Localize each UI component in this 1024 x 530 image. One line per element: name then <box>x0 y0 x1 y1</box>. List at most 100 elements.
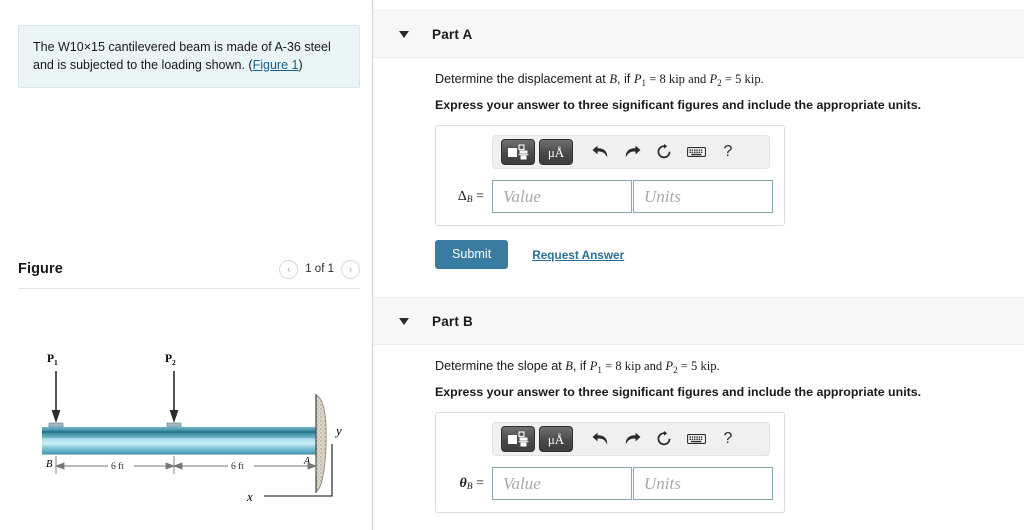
part-a-instruction: Express your answer to three significant… <box>435 98 922 112</box>
reset-icon[interactable] <box>650 139 678 165</box>
reset-icon[interactable] <box>650 426 678 452</box>
dimension-label-right: 6 ft <box>231 461 244 472</box>
chevron-down-icon[interactable] <box>399 317 409 325</box>
units-icon[interactable]: μÅ <box>539 426 573 452</box>
units-icon-label: μÅ <box>547 144 565 160</box>
part-b-question-mid: , if <box>572 359 590 373</box>
part-b-answer-symbol: θB = <box>446 475 492 493</box>
part-b-p2-symbol: P <box>665 359 674 373</box>
figure-page-count: 1 of 1 <box>305 263 334 275</box>
figure-divider <box>18 288 360 289</box>
help-icon[interactable]: ? <box>714 426 742 452</box>
part-b-symbol-sub: B <box>466 482 473 493</box>
part-a-units-input[interactable] <box>633 180 773 213</box>
part-a-p2-value: = 5 kip. <box>721 72 764 86</box>
part-b-label: Part B <box>432 313 473 329</box>
part-b-header[interactable]: Part B <box>373 297 1024 345</box>
load-label-p2: P2 <box>165 353 176 367</box>
problem-text-after-link: ) <box>298 58 303 73</box>
part-a-header[interactable]: Part A <box>373 10 1024 58</box>
problem-statement-text: The W10×15 cantilevered beam is made of … <box>33 38 345 74</box>
load-arrow-p2 <box>166 371 182 428</box>
part-a-submit-button[interactable]: Submit <box>435 240 509 269</box>
part-a-question: Determine the displacement at B, if P1 =… <box>373 72 1024 88</box>
part-a-body: Determine the displacement at B, if P1 =… <box>373 72 1024 269</box>
figure-prev-button[interactable]: ‹ <box>279 259 299 279</box>
part-a-question-prefix: Determine the displacement at <box>435 72 610 86</box>
part-b-p1-sub: 1 <box>597 364 602 375</box>
redo-icon[interactable] <box>618 426 646 452</box>
part-a-symbol-equals: = <box>472 188 484 204</box>
part-a-answer-symbol: ΔB = <box>446 188 492 206</box>
problem-statement-box: The W10×15 cantilevered beam is made of … <box>18 25 360 89</box>
reset-glyph <box>657 144 671 159</box>
undo-glyph <box>592 145 607 158</box>
part-a-request-answer-link[interactable]: Request Answer <box>532 248 624 262</box>
part-b-answer-box: μÅ ? θB = Value Units <box>435 412 785 513</box>
beam-point-label-b: B <box>46 459 53 470</box>
part-a-symbol-sub: B <box>466 195 473 206</box>
part-b-question: Determine the slope at B, if P 1 = 8 kip … <box>373 359 1024 375</box>
undo-icon[interactable] <box>586 426 614 452</box>
part-b-p2-sub: 2 <box>673 364 678 375</box>
part-a-p1-sub: 1 <box>641 77 647 88</box>
math-template-glyph <box>508 430 529 446</box>
undo-glyph <box>592 432 607 445</box>
part-a-p2-sub: 2 <box>717 77 722 88</box>
units-icon-label: μÅ <box>547 431 565 447</box>
part-b-answer-row: θB = <box>446 467 774 500</box>
math-template-glyph <box>508 143 529 159</box>
dimension-label-left: 6 ft <box>111 461 124 472</box>
units-icon[interactable]: μÅ <box>539 139 573 165</box>
part-a-p1-symbol: P <box>633 72 642 86</box>
load-label-p1: P1 <box>47 353 58 367</box>
right-panel: Part A Determine the displacement at B, … <box>373 0 1024 530</box>
keyboard-glyph <box>686 434 706 444</box>
part-b-question-prefix: Determine the slope at <box>435 359 566 373</box>
beam-diagram: P1 P2 B A 6 ft 6 ft y x <box>16 336 366 516</box>
fixed-support-wall <box>315 394 327 493</box>
part-a-label: Part A <box>432 26 473 42</box>
part-b-p1-value: = 8 kip and <box>601 359 666 373</box>
part-b-body: Determine the slope at B, if P1 = 8 kip … <box>373 359 1024 513</box>
keyboard-glyph <box>686 147 706 157</box>
figure-pager: ‹ 1 of 1 › <box>279 259 360 279</box>
part-a-submit-row: Submit Request Answer <box>435 240 1024 269</box>
math-template-icon[interactable] <box>501 426 535 452</box>
part-b-instruction: Express your answer to three significant… <box>435 385 922 399</box>
axis-label-y: y <box>334 423 342 438</box>
help-icon[interactable]: ? <box>714 139 742 165</box>
reset-glyph <box>657 431 671 446</box>
redo-glyph <box>625 432 640 445</box>
math-template-icon[interactable] <box>501 139 535 165</box>
part-b-p2-value: = 5 kip. <box>677 359 720 373</box>
figure-1-link[interactable]: Figure 1 <box>253 58 299 72</box>
part-b-value-input[interactable] <box>492 467 632 500</box>
figure-next-button[interactable]: › <box>341 259 360 279</box>
part-b-units-input[interactable] <box>633 467 773 500</box>
keyboard-icon[interactable] <box>682 426 710 452</box>
part-a-symbol-char: Δ <box>457 188 467 204</box>
beam-diagram-svg: P1 P2 B A 6 ft 6 ft y x <box>42 353 342 504</box>
part-b-symbol-char: θ <box>459 475 467 491</box>
redo-icon[interactable] <box>618 139 646 165</box>
left-panel: The W10×15 cantilevered beam is made of … <box>0 0 373 530</box>
figure-title: Figure <box>18 261 63 277</box>
part-a-value-input[interactable] <box>492 180 632 213</box>
chevron-down-icon[interactable] <box>399 30 409 38</box>
part-b-question-point: B <box>565 359 573 373</box>
part-b-answer-toolbar: μÅ ? <box>492 422 770 456</box>
part-a-answer-toolbar: μÅ ? <box>492 135 770 169</box>
axis-label-x: x <box>246 489 253 504</box>
part-a-answer-row: ΔB = <box>446 180 774 213</box>
part-a-p1-value: = 8 kip and <box>646 72 710 86</box>
beam-body <box>42 427 320 455</box>
part-b-symbol-equals: = <box>472 475 484 491</box>
figure-header: Figure ‹ 1 of 1 › <box>18 256 360 282</box>
keyboard-icon[interactable] <box>682 139 710 165</box>
load-arrow-p1 <box>48 371 64 428</box>
undo-icon[interactable] <box>586 139 614 165</box>
page-root: The W10×15 cantilevered beam is made of … <box>0 0 1024 530</box>
part-a-question-point: B <box>609 72 618 86</box>
redo-glyph <box>625 145 640 158</box>
